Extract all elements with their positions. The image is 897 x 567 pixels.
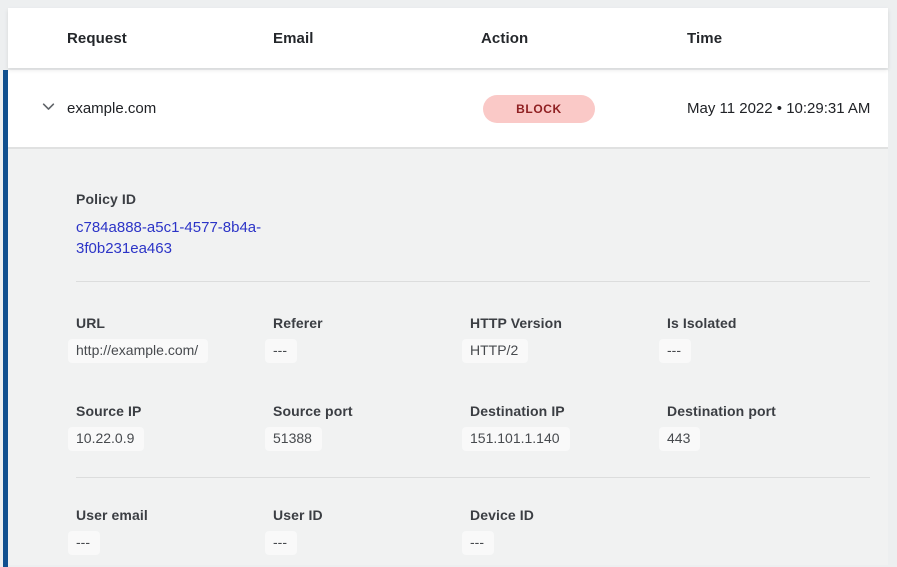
field-label: User email bbox=[76, 507, 273, 524]
column-header-action: Action bbox=[481, 30, 687, 47]
detail-fields-row-1: URL http://example.com/ Referer --- HTTP… bbox=[76, 315, 870, 363]
field-value: 51388 bbox=[265, 427, 322, 451]
field-referer: Referer --- bbox=[273, 315, 470, 363]
section-divider bbox=[76, 477, 870, 478]
field-destination-ip: Destination IP 151.101.1.140 bbox=[470, 403, 667, 451]
detail-fields-row-3: User email --- User ID --- Device ID --- bbox=[76, 507, 870, 555]
column-header-time: Time bbox=[687, 30, 888, 47]
field-device-id: Device ID --- bbox=[470, 507, 667, 555]
field-value: 10.22.0.9 bbox=[68, 427, 144, 451]
table-row[interactable]: example.com BLOCK May 11 2022 • 10:29:31… bbox=[8, 70, 888, 149]
policy-id-label: Policy ID bbox=[76, 191, 870, 208]
field-label: Device ID bbox=[470, 507, 667, 524]
field-source-port: Source port 51388 bbox=[273, 403, 470, 451]
row-time: May 11 2022 • 10:29:31 AM bbox=[687, 97, 872, 121]
field-label: URL bbox=[76, 315, 273, 332]
field-label: Source IP bbox=[76, 403, 273, 420]
field-label: Source port bbox=[273, 403, 470, 420]
field-label: Destination port bbox=[667, 403, 864, 420]
field-value: --- bbox=[659, 339, 691, 363]
expanded-row-group: example.com BLOCK May 11 2022 • 10:29:31… bbox=[3, 70, 888, 567]
field-value: --- bbox=[462, 531, 494, 555]
field-is-isolated: Is Isolated --- bbox=[667, 315, 864, 363]
field-label: Destination IP bbox=[470, 403, 667, 420]
field-value: 443 bbox=[659, 427, 700, 451]
chevron-down-icon bbox=[40, 98, 57, 120]
row-request-domain: example.com bbox=[67, 100, 273, 117]
section-divider bbox=[76, 281, 870, 282]
row-detail-panel: Policy ID c784a888-a5c1-4577-8b4a-3f0b23… bbox=[8, 149, 888, 565]
table-header: Request Email Action Time bbox=[8, 8, 888, 68]
field-url: URL http://example.com/ bbox=[76, 315, 273, 363]
field-user-id: User ID --- bbox=[273, 507, 470, 555]
detail-fields-row-2: Source IP 10.22.0.9 Source port 51388 De… bbox=[76, 403, 870, 451]
field-label: Referer bbox=[273, 315, 470, 332]
field-destination-port: Destination port 443 bbox=[667, 403, 864, 451]
policy-id-section: Policy ID c784a888-a5c1-4577-8b4a-3f0b23… bbox=[76, 191, 870, 259]
policy-id-link[interactable]: c784a888-a5c1-4577-8b4a-3f0b231ea463 bbox=[76, 217, 288, 259]
field-value: --- bbox=[265, 339, 297, 363]
field-value: --- bbox=[265, 531, 297, 555]
field-value: HTTP/2 bbox=[462, 339, 528, 363]
row-expand-toggle[interactable] bbox=[8, 98, 67, 120]
field-http-version: HTTP Version HTTP/2 bbox=[470, 315, 667, 363]
field-label: Is Isolated bbox=[667, 315, 864, 332]
field-value: http://example.com/ bbox=[68, 339, 208, 363]
status-badge-block: BLOCK bbox=[483, 95, 595, 123]
column-header-email: Email bbox=[273, 30, 481, 47]
field-user-email: User email --- bbox=[76, 507, 273, 555]
field-source-ip: Source IP 10.22.0.9 bbox=[76, 403, 273, 451]
field-label: HTTP Version bbox=[470, 315, 667, 332]
column-header-request: Request bbox=[67, 30, 273, 47]
field-value: 151.101.1.140 bbox=[462, 427, 570, 451]
log-page: Request Email Action Time example.com BL… bbox=[0, 0, 897, 559]
row-action-cell: BLOCK bbox=[481, 95, 687, 123]
field-value: --- bbox=[68, 531, 100, 555]
field-label: User ID bbox=[273, 507, 470, 524]
